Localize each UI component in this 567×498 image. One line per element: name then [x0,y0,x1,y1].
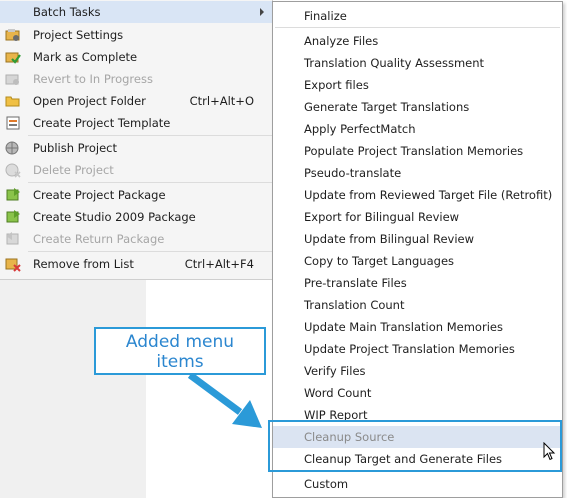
submenu-item-label: Export files [304,78,369,92]
submenu-item-pseudo-translate[interactable]: Pseudo-translate [273,162,562,184]
submenu-item-retrofit[interactable]: Update from Reviewed Target File (Retrof… [273,184,562,206]
annotation-callout: Added menu items [94,327,266,375]
submenu-item-copy-to-target-languages[interactable]: Copy to Target Languages [273,250,562,272]
menu-item-create-studio-2009-package[interactable]: Create Studio 2009 Package [0,206,272,228]
submenu-item-translation-quality-assessment[interactable]: Translation Quality Assessment [273,52,562,74]
submenu-item-label: Update Project Translation Memories [304,342,515,356]
revert-icon [5,71,21,87]
menu-item-shortcut: Ctrl+Alt+O [189,94,254,108]
submenu-item-label: Word Count [304,386,372,400]
submenu-item-label: Apply PerfectMatch [304,122,416,136]
return-package-icon [5,231,21,247]
menu-separator [28,135,272,136]
package-2009-icon [5,209,21,225]
submenu-item-label: Verify Files [304,364,366,378]
menu-item-create-project-template[interactable]: Create Project Template [0,112,272,134]
menu-item-label: Delete Project [33,163,114,177]
menu-item-remove-from-list[interactable]: Remove from List Ctrl+Alt+F4 [0,253,272,275]
submenu-item-custom[interactable]: Custom [273,473,562,495]
mark-complete-icon [5,49,21,65]
submenu-item-label: Copy to Target Languages [304,254,455,268]
submenu-item-generate-target-translations[interactable]: Generate Target Translations [273,96,562,118]
background-panel [0,280,146,498]
menu-item-publish-project[interactable]: Publish Project [0,137,272,159]
annotation-highlight-frame [268,420,562,472]
submenu-item-label: Populate Project Translation Memories [304,144,524,158]
menu-item-label: Batch Tasks [33,5,101,19]
globe-icon [5,140,21,156]
menu-item-label: Revert to In Progress [33,72,153,86]
project-settings-icon [5,27,21,43]
submenu-item-populate-project-tms[interactable]: Populate Project Translation Memories [273,140,562,162]
submenu-item-verify-files[interactable]: Verify Files [273,360,562,382]
submenu-item-finalize[interactable]: Finalize [273,5,562,27]
submenu-item-label: Finalize [304,9,347,23]
menu-separator [28,182,272,183]
template-icon [5,115,21,131]
submenu-item-label: Update from Reviewed Target File (Retrof… [304,188,553,202]
menu-item-label: Create Project Package [33,188,166,202]
submenu-item-label: Export for Bilingual Review [304,210,460,224]
mouse-cursor-icon [543,442,556,461]
menu-item-label: Open Project Folder [33,94,146,108]
annotation-text-line2: items [156,352,204,372]
menu-separator [275,27,560,28]
menu-item-revert-in-progress[interactable]: Revert to In Progress [0,68,272,90]
submenu-item-label: Pre-translate Files [304,276,407,290]
submenu-item-label: Custom [304,477,349,491]
submenu-item-update-main-tms[interactable]: Update Main Translation Memories [273,316,562,338]
submenu-item-label: Pseudo-translate [304,166,402,180]
menu-item-open-project-folder[interactable]: Open Project Folder Ctrl+Alt+O [0,90,272,112]
submenu-item-pre-translate-files[interactable]: Pre-translate Files [273,272,562,294]
submenu-item-word-count[interactable]: Word Count [273,382,562,404]
submenu-item-label: Translation Quality Assessment [304,56,485,70]
menu-item-shortcut: Ctrl+Alt+F4 [184,257,254,271]
menu-item-delete-project[interactable]: Delete Project [0,159,272,181]
submenu-item-export-bilingual-review[interactable]: Export for Bilingual Review [273,206,562,228]
menu-item-label: Create Return Package [33,232,165,246]
menu-item-create-project-package[interactable]: Create Project Package [0,184,272,206]
menu-item-project-settings[interactable]: Project Settings [0,24,272,46]
submenu-item-export-files[interactable]: Export files [273,74,562,96]
submenu-arrow-icon [260,8,264,16]
menu-item-label: Create Studio 2009 Package [33,210,196,224]
submenu-item-translation-count[interactable]: Translation Count [273,294,562,316]
menu-item-batch-tasks[interactable]: Batch Tasks [0,1,272,23]
submenu-item-update-bilingual-review[interactable]: Update from Bilingual Review [273,228,562,250]
project-context-menu: Batch Tasks Project Settings Mark as Com… [0,0,273,280]
submenu-item-label: Generate Target Translations [304,100,470,114]
globe-delete-icon [5,162,21,178]
submenu-item-label: Update Main Translation Memories [304,320,503,334]
menu-item-label: Create Project Template [33,116,171,130]
submenu-item-analyze-files[interactable]: Analyze Files [273,30,562,52]
menu-item-label: Remove from List [33,257,134,271]
submenu-item-label: Translation Count [304,298,405,312]
submenu-item-apply-perfectmatch[interactable]: Apply PerfectMatch [273,118,562,140]
submenu-item-label: Update from Bilingual Review [304,232,475,246]
folder-icon [5,93,21,109]
menu-separator [28,251,272,252]
package-icon [5,187,21,203]
batch-tasks-icon [5,4,21,20]
menu-item-create-return-package[interactable]: Create Return Package [0,228,272,250]
menu-item-mark-complete[interactable]: Mark as Complete [0,46,272,68]
submenu-item-update-project-tms[interactable]: Update Project Translation Memories [273,338,562,360]
submenu-item-label: Analyze Files [304,34,379,48]
menu-item-label: Mark as Complete [33,50,138,64]
menu-item-label: Publish Project [33,141,117,155]
remove-icon [5,256,21,272]
annotation-text-line1: Added menu [125,332,235,352]
menu-item-label: Project Settings [33,28,124,42]
